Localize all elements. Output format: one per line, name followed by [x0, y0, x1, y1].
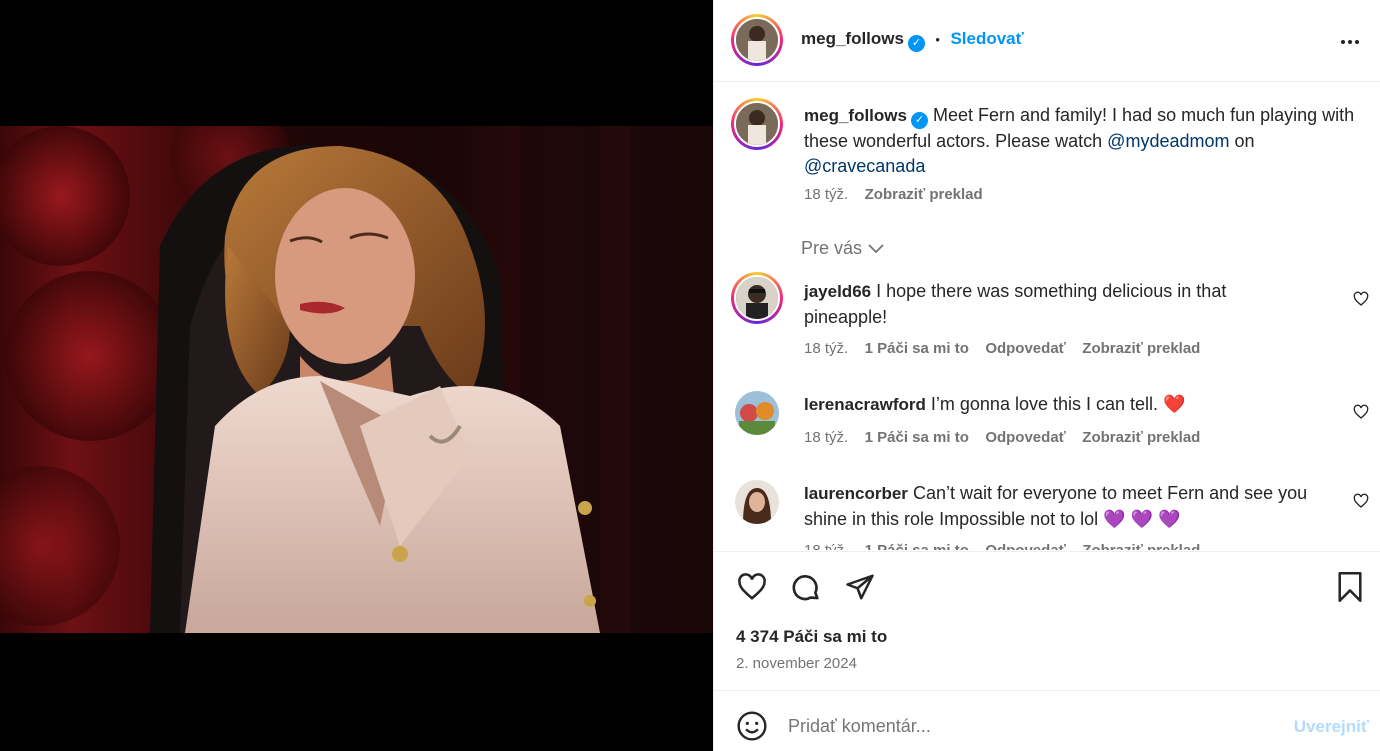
comment-emoji: 💜 💜 💜: [1103, 508, 1181, 529]
post-actions: 4 374 Páči sa mi to 2. november 2024: [714, 551, 1380, 690]
verified-badge-icon: ✓: [910, 112, 928, 129]
commenter-avatar[interactable]: [731, 272, 783, 324]
caption-author-avatar[interactable]: [731, 98, 783, 150]
comment-text: I’m gonna love this I can tell.: [930, 394, 1159, 414]
comment-likes[interactable]: 1 Páči sa mi to: [865, 429, 969, 446]
like-heart-icon[interactable]: [736, 572, 768, 602]
reply-button[interactable]: Odpovedať: [985, 542, 1066, 550]
caption-age: 18 týž.: [804, 186, 849, 203]
comment-composer: Uverejniť: [714, 690, 1380, 751]
comment-body: lerenacrawford I’m gonna love this I can…: [804, 392, 1324, 418]
share-icon[interactable]: [844, 572, 876, 602]
comment-item: laurencorber Can’t wait for everyone to …: [714, 470, 1380, 550]
comment-item: jayeld66 I hope there was something deli…: [714, 268, 1380, 368]
comment-input[interactable]: [788, 709, 1268, 743]
commenter-username[interactable]: lerenacrawford: [804, 395, 926, 414]
commenter-avatar[interactable]: [735, 391, 779, 435]
comment-like-heart-icon[interactable]: [1353, 404, 1369, 420]
comment-like-heart-icon[interactable]: [1353, 291, 1369, 307]
post-media: [0, 0, 713, 751]
caption-meta: 18 týž. Zobraziť preklad: [804, 186, 983, 204]
author-avatar[interactable]: [731, 14, 783, 66]
separator-dot: •: [935, 32, 940, 47]
comment-meta: 18 týž. 1 Páči sa mi to Odpovedať Zobraz…: [804, 429, 1200, 447]
caption-username[interactable]: meg_follows: [804, 106, 907, 125]
commenter-username[interactable]: laurencorber: [804, 484, 908, 503]
translate-link[interactable]: Zobraziť preklad: [865, 186, 983, 203]
chevron-down-icon: [868, 243, 884, 254]
more-options-icon[interactable]: [1338, 30, 1362, 54]
mention-link[interactable]: @cravecanada: [804, 156, 925, 176]
post-dialog: meg_follows ✓ • Sledovať meg_follows ✓ Mee…: [0, 0, 1380, 751]
comment-body: jayeld66 I hope there was something deli…: [804, 279, 1324, 329]
comment-meta: 18 týž. 1 Páči sa mi to Odpovedať Zobraz…: [804, 542, 1200, 550]
comment-emoji: ❤️: [1163, 394, 1186, 414]
photo-illustration: [0, 126, 713, 633]
comment-like-heart-icon[interactable]: [1353, 493, 1369, 509]
likes-count[interactable]: 4 374 Páči sa mi to: [736, 627, 887, 647]
translate-link[interactable]: Zobraziť preklad: [1082, 429, 1200, 446]
comment-age: 18 týž.: [804, 542, 848, 550]
caption: meg_follows ✓ Meet Fern and family! I had…: [804, 103, 1364, 178]
translate-link[interactable]: Zobraziť preklad: [1082, 340, 1200, 357]
comment-icon[interactable]: [790, 572, 822, 604]
comment-likes[interactable]: 1 Páči sa mi to: [865, 340, 969, 357]
author-username[interactable]: meg_follows: [801, 29, 904, 48]
comments-list: jayeld66 I hope there was something deli…: [714, 268, 1380, 550]
mention-link[interactable]: @mydeadmom: [1107, 131, 1229, 151]
reply-button[interactable]: Odpovedať: [985, 340, 1066, 357]
comment-item: lerenacrawford I’m gonna love this I can…: [714, 381, 1380, 471]
comment-body: laurencorber Can’t wait for everyone to …: [804, 481, 1344, 531]
post-header: meg_follows ✓ • Sledovať: [714, 0, 1380, 82]
reply-button[interactable]: Odpovedať: [985, 429, 1066, 446]
save-bookmark-icon[interactable]: [1336, 571, 1364, 603]
comment-likes[interactable]: 1 Páči sa mi to: [865, 542, 969, 550]
follow-button[interactable]: Sledovať: [950, 29, 1023, 48]
comment-text: I hope there was something delicious in …: [876, 281, 1227, 301]
comment-text-2: pineapple!: [804, 306, 888, 327]
commenter-username[interactable]: jayeld66: [804, 282, 871, 301]
comment-text-2: shine in this role Impossible not to lol: [804, 508, 1099, 529]
caption-text-2: on: [1229, 131, 1255, 151]
translate-link[interactable]: Zobraziť preklad: [1082, 542, 1200, 550]
post-photo[interactable]: [0, 126, 713, 633]
commenter-avatar[interactable]: [735, 480, 779, 524]
comments-filter[interactable]: Pre vás: [801, 238, 884, 259]
comment-age: 18 týž.: [804, 340, 849, 357]
verified-badge-icon: ✓: [907, 35, 925, 52]
post-comment-button[interactable]: Uverejniť: [1294, 717, 1369, 737]
post-date: 2. november 2024: [736, 655, 857, 672]
comment-meta: 18 týž. 1 Páči sa mi to Odpovedať Zobraz…: [804, 340, 1200, 358]
comment-age: 18 týž.: [804, 429, 849, 446]
post-side-panel: meg_follows ✓ • Sledovať meg_follows ✓ Mee…: [713, 0, 1380, 751]
emoji-icon[interactable]: [736, 710, 768, 742]
comments-filter-label: Pre vás: [801, 238, 863, 258]
comment-text: Can’t wait for everyone to meet Fern and…: [912, 483, 1308, 503]
